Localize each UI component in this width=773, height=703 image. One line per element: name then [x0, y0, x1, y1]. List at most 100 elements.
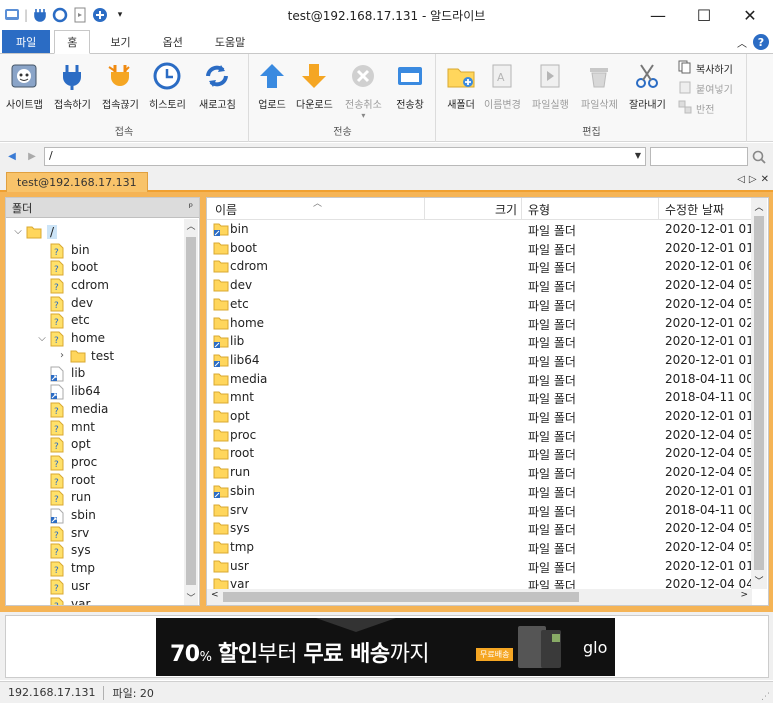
- file-row[interactable]: lib64 파일 폴더 2020-12-01 01:: [207, 351, 752, 370]
- close-button[interactable]: ✕: [727, 0, 773, 30]
- invert-selection-button[interactable]: 반전: [678, 100, 714, 117]
- connect-button[interactable]: 접속하기: [54, 60, 91, 111]
- scroll-thumb[interactable]: [186, 237, 196, 585]
- tab-help[interactable]: 도움말: [203, 30, 257, 53]
- path-dropdown-icon[interactable]: ▼: [635, 151, 641, 160]
- folder-pane-scrollbar[interactable]: ︿ ﹀: [184, 219, 198, 605]
- collapsed-chevron-icon[interactable]: ›: [54, 350, 70, 361]
- tree-item-dev[interactable]: ? dev: [34, 294, 93, 312]
- tree-item-etc[interactable]: ? etc: [34, 312, 90, 330]
- scroll-down-icon[interactable]: ﹀: [751, 574, 767, 587]
- help-icon[interactable]: ?: [753, 34, 769, 50]
- file-row[interactable]: run 파일 폴더 2020-12-04 05:: [207, 463, 752, 482]
- tree-item-proc[interactable]: ? proc: [34, 453, 97, 471]
- tree-item-run[interactable]: ? run: [34, 489, 91, 507]
- file-row[interactable]: opt 파일 폴더 2020-12-01 01:: [207, 407, 752, 426]
- tab-options[interactable]: 옵션: [151, 30, 195, 53]
- tree-item-tmp[interactable]: ? tmp: [34, 559, 95, 577]
- cancel-transfer-dropdown-icon[interactable]: ▾: [361, 111, 365, 120]
- paste-button[interactable]: 붙여넣기: [678, 80, 733, 97]
- add-icon[interactable]: [92, 7, 108, 23]
- file-row[interactable]: sys 파일 폴더 2020-12-04 05:: [207, 519, 752, 538]
- file-row[interactable]: tmp 파일 폴더 2020-12-04 05:: [207, 538, 752, 557]
- tab-next-icon[interactable]: ▷: [749, 174, 757, 185]
- column-modified[interactable]: 수정한 날짜: [665, 201, 724, 218]
- file-row[interactable]: bin 파일 폴더 2020-12-01 01:: [207, 220, 752, 239]
- file-row[interactable]: root 파일 폴더 2020-12-04 05:: [207, 444, 752, 463]
- search-input[interactable]: [650, 147, 748, 166]
- tree-item-bin[interactable]: ? bin: [34, 241, 90, 259]
- resize-grip-icon[interactable]: ⋰: [761, 692, 770, 702]
- connection-tab[interactable]: test@192.168.17.131: [6, 172, 148, 192]
- tree-item-mnt[interactable]: ? mnt: [34, 418, 95, 436]
- download-button[interactable]: 다운로드: [296, 60, 333, 111]
- tree-item-media[interactable]: ? media: [34, 400, 108, 418]
- history-button[interactable]: 히스토리: [149, 60, 186, 111]
- file-row[interactable]: media 파일 폴더 2018-04-11 00:: [207, 370, 752, 389]
- tree-item-boot[interactable]: ? boot: [34, 258, 98, 276]
- refresh-icon[interactable]: [52, 7, 68, 23]
- search-icon[interactable]: [749, 147, 769, 166]
- column-size[interactable]: 크기: [495, 201, 517, 218]
- forward-arrow-icon[interactable]: ▶: [24, 149, 40, 165]
- file-row[interactable]: sbin 파일 폴더 2020-12-01 01:: [207, 482, 752, 501]
- tree-item-lib64[interactable]: lib64: [34, 382, 101, 400]
- tree-item-root[interactable]: ⌵ /: [10, 223, 58, 241]
- vscroll-thumb[interactable]: [754, 216, 764, 570]
- cut-button[interactable]: 잘라내기: [629, 60, 666, 111]
- column-type[interactable]: 유형: [528, 201, 550, 218]
- ad-banner[interactable]: 70% 할인부터 무료 배송까지 무료배송 glo: [156, 618, 615, 676]
- file-row[interactable]: home 파일 폴더 2020-12-01 02:: [207, 314, 752, 333]
- maximize-button[interactable]: ☐: [681, 0, 727, 30]
- file-row[interactable]: cdrom 파일 폴더 2020-12-01 06:: [207, 257, 752, 276]
- tab-home[interactable]: 홈: [54, 30, 91, 54]
- scroll-left-icon[interactable]: <: [211, 590, 219, 600]
- tree-item-var[interactable]: ? var: [34, 595, 90, 605]
- customize-dropdown-icon[interactable]: ▾: [112, 7, 128, 23]
- tree-item-lib[interactable]: lib: [34, 365, 85, 383]
- tab-close-icon[interactable]: ✕: [761, 174, 769, 185]
- file-row[interactable]: proc 파일 폴더 2020-12-04 05:: [207, 426, 752, 445]
- file-row[interactable]: boot 파일 폴더 2020-12-01 01:: [207, 239, 752, 258]
- pin-icon[interactable]: ᵖ: [189, 202, 193, 213]
- file-row[interactable]: srv 파일 폴더 2018-04-11 00:: [207, 501, 752, 520]
- tree-item-sys[interactable]: ? sys: [34, 542, 91, 560]
- refresh-button[interactable]: 새로고침: [199, 60, 236, 111]
- file-row[interactable]: lib 파일 폴더 2020-12-01 01:: [207, 332, 752, 351]
- tree-item-test[interactable]: › test: [54, 347, 114, 365]
- scroll-up-icon[interactable]: ︿: [184, 219, 198, 233]
- tree-item-usr[interactable]: ? usr: [34, 577, 90, 595]
- tree-item-root[interactable]: ? root: [34, 471, 95, 489]
- disconnect-button[interactable]: 접속끊기: [102, 60, 139, 111]
- connect-icon[interactable]: [32, 7, 48, 23]
- path-input[interactable]: / ▼: [44, 147, 646, 166]
- tree-item-sbin[interactable]: sbin: [34, 506, 96, 524]
- collapse-ribbon-icon[interactable]: ︿: [737, 35, 747, 50]
- file-list-hscrollbar[interactable]: < >: [207, 589, 752, 605]
- upload-button[interactable]: 업로드: [256, 60, 288, 111]
- expanded-chevron-icon[interactable]: ⌵: [10, 226, 26, 237]
- back-arrow-icon[interactable]: ◀: [4, 149, 20, 165]
- tree-item-home[interactable]: ⌵? home: [34, 329, 105, 347]
- file-row[interactable]: dev 파일 폴더 2020-12-04 05:: [207, 276, 752, 295]
- scroll-up-icon[interactable]: ︿: [751, 200, 767, 213]
- sitemap-button[interactable]: 사이트맵: [6, 60, 43, 111]
- tree-item-opt[interactable]: ? opt: [34, 435, 91, 453]
- scroll-down-icon[interactable]: ﹀: [184, 591, 198, 605]
- tab-view[interactable]: 보기: [98, 30, 142, 53]
- file-row[interactable]: mnt 파일 폴더 2018-04-11 00:: [207, 388, 752, 407]
- run-file-button[interactable]: 파일실행: [532, 60, 569, 111]
- new-folder-button[interactable]: 새폴더: [445, 60, 477, 111]
- file-row[interactable]: etc 파일 폴더 2020-12-04 05:: [207, 295, 752, 314]
- column-name[interactable]: 이름: [215, 201, 237, 218]
- tab-prev-icon[interactable]: ◁: [737, 174, 745, 185]
- scroll-right-icon[interactable]: >: [740, 590, 748, 600]
- file-row[interactable]: usr 파일 폴더 2020-12-01 01:: [207, 557, 752, 576]
- tab-file[interactable]: 파일: [2, 30, 51, 53]
- file-list-vscrollbar[interactable]: ︿ ﹀: [751, 198, 767, 589]
- rename-button[interactable]: A 이름변경: [484, 60, 521, 111]
- hscroll-thumb[interactable]: [223, 592, 579, 602]
- file-row[interactable]: var 파일 폴더 2020-12-04 04:: [207, 575, 752, 589]
- copy-button[interactable]: 복사하기: [678, 60, 733, 77]
- tree-item-cdrom[interactable]: ? cdrom: [34, 276, 109, 294]
